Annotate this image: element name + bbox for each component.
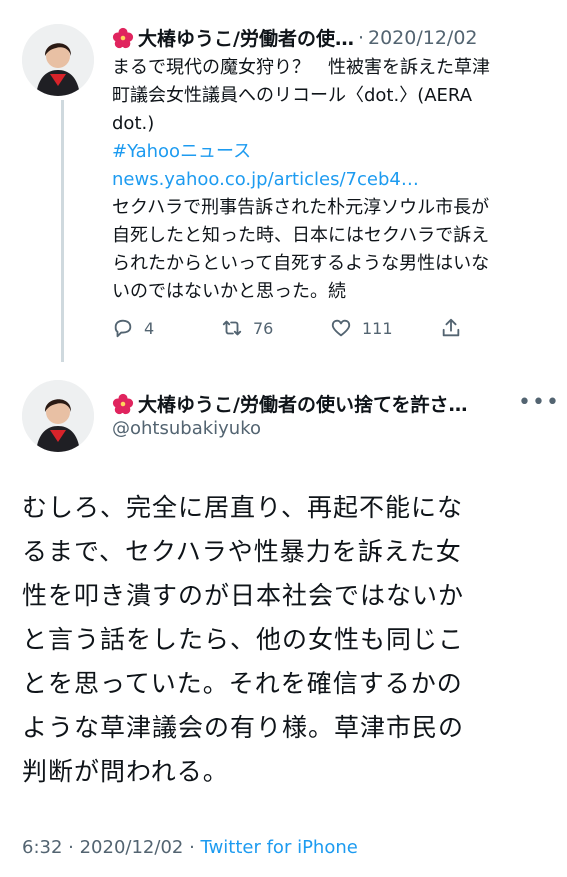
reply-button[interactable]: 4 [112, 317, 221, 339]
like-icon [331, 319, 351, 337]
like-button[interactable]: 111 [330, 317, 440, 339]
separator: · [357, 26, 364, 49]
share-icon [442, 318, 460, 337]
body-line: セクハラで刑事告訴された朴元淳ソウル市長が [112, 197, 490, 218]
body-line: られたからといって自死するような男性はいな [112, 253, 490, 274]
retweet-icon [222, 320, 242, 336]
tweet2-body: むしろ、完全に居直り、再起不能にな るまで、セクハラや性暴力を訴えた女 性を叩き… [22, 486, 552, 794]
like-count: 111 [362, 318, 393, 338]
tweet1-header: 大椿ゆうこ/労働者の使… · 2020/12/02 [112, 24, 544, 51]
tweet2-header: 大椿ゆうこ/労働者の使い捨てを許さ… [112, 390, 502, 417]
source-link[interactable]: Twitter for iPhone [201, 837, 358, 858]
body-line: 自死したと知った時、日本にはセクハラで訴え [112, 225, 490, 246]
tweet1-text: まるで現代の魔女狩り？ 性被害を訴えた草津 町議会女性議員へのリコール〈dot.… [112, 54, 552, 306]
body-line: ような草津議会の有り様。草津市民の [22, 713, 465, 742]
body-line: 性を叩き潰すのが日本社会ではないか [22, 581, 465, 610]
hibiscus-icon [112, 27, 134, 48]
tweet-date[interactable]: 2020/12/02 [368, 27, 478, 49]
body-line: とを思っていた。それを確信するかの [22, 669, 463, 698]
retweet-button[interactable]: 76 [221, 317, 330, 339]
body-line: 判断が問われる。 [22, 757, 229, 786]
tweet-actions: 4 76 111 [112, 317, 472, 339]
author-name[interactable]: 大椿ゆうこ/労働者の使… [138, 24, 354, 51]
author-name[interactable]: 大椿ゆうこ/労働者の使い捨てを許さ… [138, 390, 468, 417]
headline-line: dot.) [112, 113, 155, 134]
thread-line [61, 100, 64, 362]
avatar[interactable] [22, 24, 94, 96]
more-options-button[interactable]: ••• [518, 390, 560, 415]
headline-line: 町議会女性議員へのリコール〈dot.〉(AERA [112, 85, 473, 106]
hashtag-link[interactable]: #Yahooニュース [112, 138, 552, 166]
hibiscus-icon [112, 393, 134, 414]
article-link[interactable]: news.yahoo.co.jp/articles/7ceb4… [112, 166, 552, 194]
author-handle[interactable]: @ohtsubakiyuko [112, 418, 261, 439]
tweet-meta: 6:32 · 2020/12/02 · Twitter for iPhone [22, 837, 358, 858]
headline-line: まるで現代の魔女狩り？ 性被害を訴えた草津 [112, 57, 490, 78]
body-line: るまで、セクハラや性暴力を訴えた女 [22, 537, 462, 566]
retweet-count: 76 [253, 318, 274, 338]
reply-count: 4 [144, 318, 155, 338]
avatar[interactable] [22, 380, 94, 452]
tweet-time[interactable]: 6:32 [22, 837, 62, 858]
body-line: むしろ、完全に居直り、再起不能にな [22, 493, 464, 522]
share-button[interactable] [440, 317, 472, 339]
reply-icon [114, 319, 132, 338]
tweet-date[interactable]: 2020/12/02 [80, 837, 184, 858]
body-line: と言う話をしたら、他の女性も同じこ [22, 625, 465, 654]
body-line: いのではないかと思った。続 [112, 281, 346, 302]
